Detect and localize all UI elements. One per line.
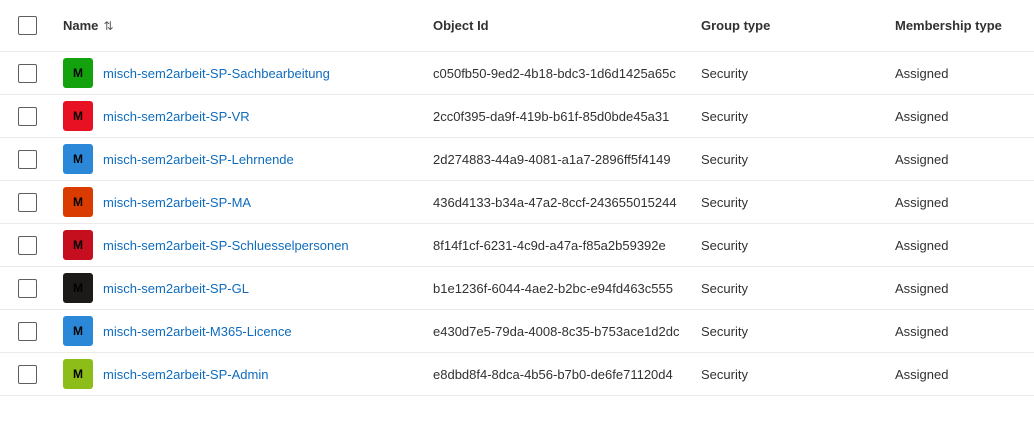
group-type-cell: Security xyxy=(701,65,748,81)
row-checkbox[interactable] xyxy=(18,235,37,255)
object-id-cell: 8f14f1cf-6231-4c9d-a47a-f85a2b59392e xyxy=(433,237,666,253)
object-id-cell: 2d274883-44a9-4081-a1a7-2896ff5f4149 xyxy=(433,151,671,167)
group-type-cell: Security xyxy=(701,151,748,167)
row-checkbox-cell xyxy=(18,310,37,352)
name-cell: M misch-sem2arbeit-SP-MA xyxy=(63,181,251,223)
group-avatar: M xyxy=(63,273,93,303)
group-avatar-initial: M xyxy=(73,195,83,209)
group-avatar: M xyxy=(63,101,93,131)
name-cell: M misch-sem2arbeit-SP-Sachbearbeitung xyxy=(63,52,330,94)
table-row[interactable]: M misch-sem2arbeit-SP-GL b1e1236f-6044-4… xyxy=(0,267,1034,310)
row-checkbox[interactable] xyxy=(18,63,37,83)
row-checkbox-cell xyxy=(18,224,37,266)
groups-table: Name ⇅ Object Id Group type Membership t… xyxy=(0,0,1034,396)
group-type-cell: Security xyxy=(701,108,748,124)
object-id-cell: e8dbd8f4-8dca-4b56-b7b0-de6fe71120d4 xyxy=(433,366,673,382)
row-checkbox[interactable] xyxy=(18,192,37,212)
object-id-cell: c050fb50-9ed2-4b18-bdc3-1d6d1425a65c xyxy=(433,65,676,81)
group-avatar: M xyxy=(63,316,93,346)
group-name-link[interactable]: misch-sem2arbeit-SP-MA xyxy=(103,195,251,210)
group-name-link[interactable]: misch-sem2arbeit-SP-Admin xyxy=(103,367,268,382)
row-checkbox-cell xyxy=(18,95,37,137)
select-all-checkbox[interactable] xyxy=(18,16,37,35)
column-header-name[interactable]: Name ⇅ xyxy=(63,0,113,51)
row-checkbox[interactable] xyxy=(18,364,37,384)
group-avatar-initial: M xyxy=(73,281,83,295)
membership-type-cell: Assigned xyxy=(895,366,949,382)
group-avatar-initial: M xyxy=(73,324,83,338)
object-id-cell: 436d4133-b34a-47a2-8ccf-243655015244 xyxy=(433,194,677,210)
name-cell: M misch-sem2arbeit-SP-GL xyxy=(63,267,249,309)
table-row[interactable]: M misch-sem2arbeit-SP-Sachbearbeitung c0… xyxy=(0,52,1034,95)
object-id-cell: b1e1236f-6044-4ae2-b2bc-e94fd463c555 xyxy=(433,280,673,296)
group-avatar: M xyxy=(63,144,93,174)
membership-type-cell: Assigned xyxy=(895,194,949,210)
table-row[interactable]: M misch-sem2arbeit-SP-MA 436d4133-b34a-4… xyxy=(0,181,1034,224)
column-header-group-type[interactable]: Group type xyxy=(701,0,770,51)
row-checkbox[interactable] xyxy=(18,321,37,341)
table-row[interactable]: M misch-sem2arbeit-SP-Schluesselpersonen… xyxy=(0,224,1034,267)
group-type-cell: Security xyxy=(701,280,748,296)
membership-type-cell: Assigned xyxy=(895,108,949,124)
table-row[interactable]: M misch-sem2arbeit-SP-VR 2cc0f395-da9f-4… xyxy=(0,95,1034,138)
name-cell: M misch-sem2arbeit-M365-Licence xyxy=(63,310,292,352)
sort-icon[interactable]: ⇅ xyxy=(103,19,113,33)
row-checkbox-cell xyxy=(18,267,37,309)
membership-type-cell: Assigned xyxy=(895,151,949,167)
group-avatar: M xyxy=(63,187,93,217)
membership-type-cell: Assigned xyxy=(895,280,949,296)
group-avatar-initial: M xyxy=(73,109,83,123)
header-checkbox-cell xyxy=(18,0,37,51)
table-row[interactable]: M misch-sem2arbeit-SP-Lehrnende 2d274883… xyxy=(0,138,1034,181)
group-name-link[interactable]: misch-sem2arbeit-SP-Sachbearbeitung xyxy=(103,66,330,81)
table-body: M misch-sem2arbeit-SP-Sachbearbeitung c0… xyxy=(0,52,1034,396)
membership-type-cell: Assigned xyxy=(895,323,949,339)
group-type-cell: Security xyxy=(701,366,748,382)
column-header-name-label: Name xyxy=(63,18,99,33)
group-avatar-initial: M xyxy=(73,152,83,166)
column-header-membership-type[interactable]: Membership type xyxy=(895,0,1002,51)
membership-type-cell: Assigned xyxy=(895,65,949,81)
object-id-cell: e430d7e5-79da-4008-8c35-b753ace1d2dc xyxy=(433,323,680,339)
table-row[interactable]: M misch-sem2arbeit-SP-Admin e8dbd8f4-8dc… xyxy=(0,353,1034,396)
group-name-link[interactable]: misch-sem2arbeit-SP-Lehrnende xyxy=(103,152,294,167)
row-checkbox[interactable] xyxy=(18,106,37,126)
row-checkbox-cell xyxy=(18,181,37,223)
table-header: Name ⇅ Object Id Group type Membership t… xyxy=(0,0,1034,52)
group-type-cell: Security xyxy=(701,323,748,339)
group-type-cell: Security xyxy=(701,194,748,210)
table-row[interactable]: M misch-sem2arbeit-M365-Licence e430d7e5… xyxy=(0,310,1034,353)
column-header-object-id[interactable]: Object Id xyxy=(433,0,489,51)
group-name-link[interactable]: misch-sem2arbeit-SP-GL xyxy=(103,281,249,296)
row-checkbox-cell xyxy=(18,353,37,395)
row-checkbox[interactable] xyxy=(18,149,37,169)
group-name-link[interactable]: misch-sem2arbeit-SP-Schluesselpersonen xyxy=(103,238,349,253)
group-avatar-initial: M xyxy=(73,238,83,252)
name-cell: M misch-sem2arbeit-SP-VR xyxy=(63,95,250,137)
name-cell: M misch-sem2arbeit-SP-Lehrnende xyxy=(63,138,294,180)
group-name-link[interactable]: misch-sem2arbeit-SP-VR xyxy=(103,109,250,124)
object-id-cell: 2cc0f395-da9f-419b-b61f-85d0bde45a31 xyxy=(433,108,670,124)
group-avatar: M xyxy=(63,359,93,389)
row-checkbox[interactable] xyxy=(18,278,37,298)
group-avatar-initial: M xyxy=(73,66,83,80)
group-avatar: M xyxy=(63,230,93,260)
group-name-link[interactable]: misch-sem2arbeit-M365-Licence xyxy=(103,324,292,339)
group-avatar: M xyxy=(63,58,93,88)
row-checkbox-cell xyxy=(18,52,37,94)
name-cell: M misch-sem2arbeit-SP-Schluesselpersonen xyxy=(63,224,349,266)
row-checkbox-cell xyxy=(18,138,37,180)
name-cell: M misch-sem2arbeit-SP-Admin xyxy=(63,353,268,395)
membership-type-cell: Assigned xyxy=(895,237,949,253)
group-type-cell: Security xyxy=(701,237,748,253)
group-avatar-initial: M xyxy=(73,367,83,381)
